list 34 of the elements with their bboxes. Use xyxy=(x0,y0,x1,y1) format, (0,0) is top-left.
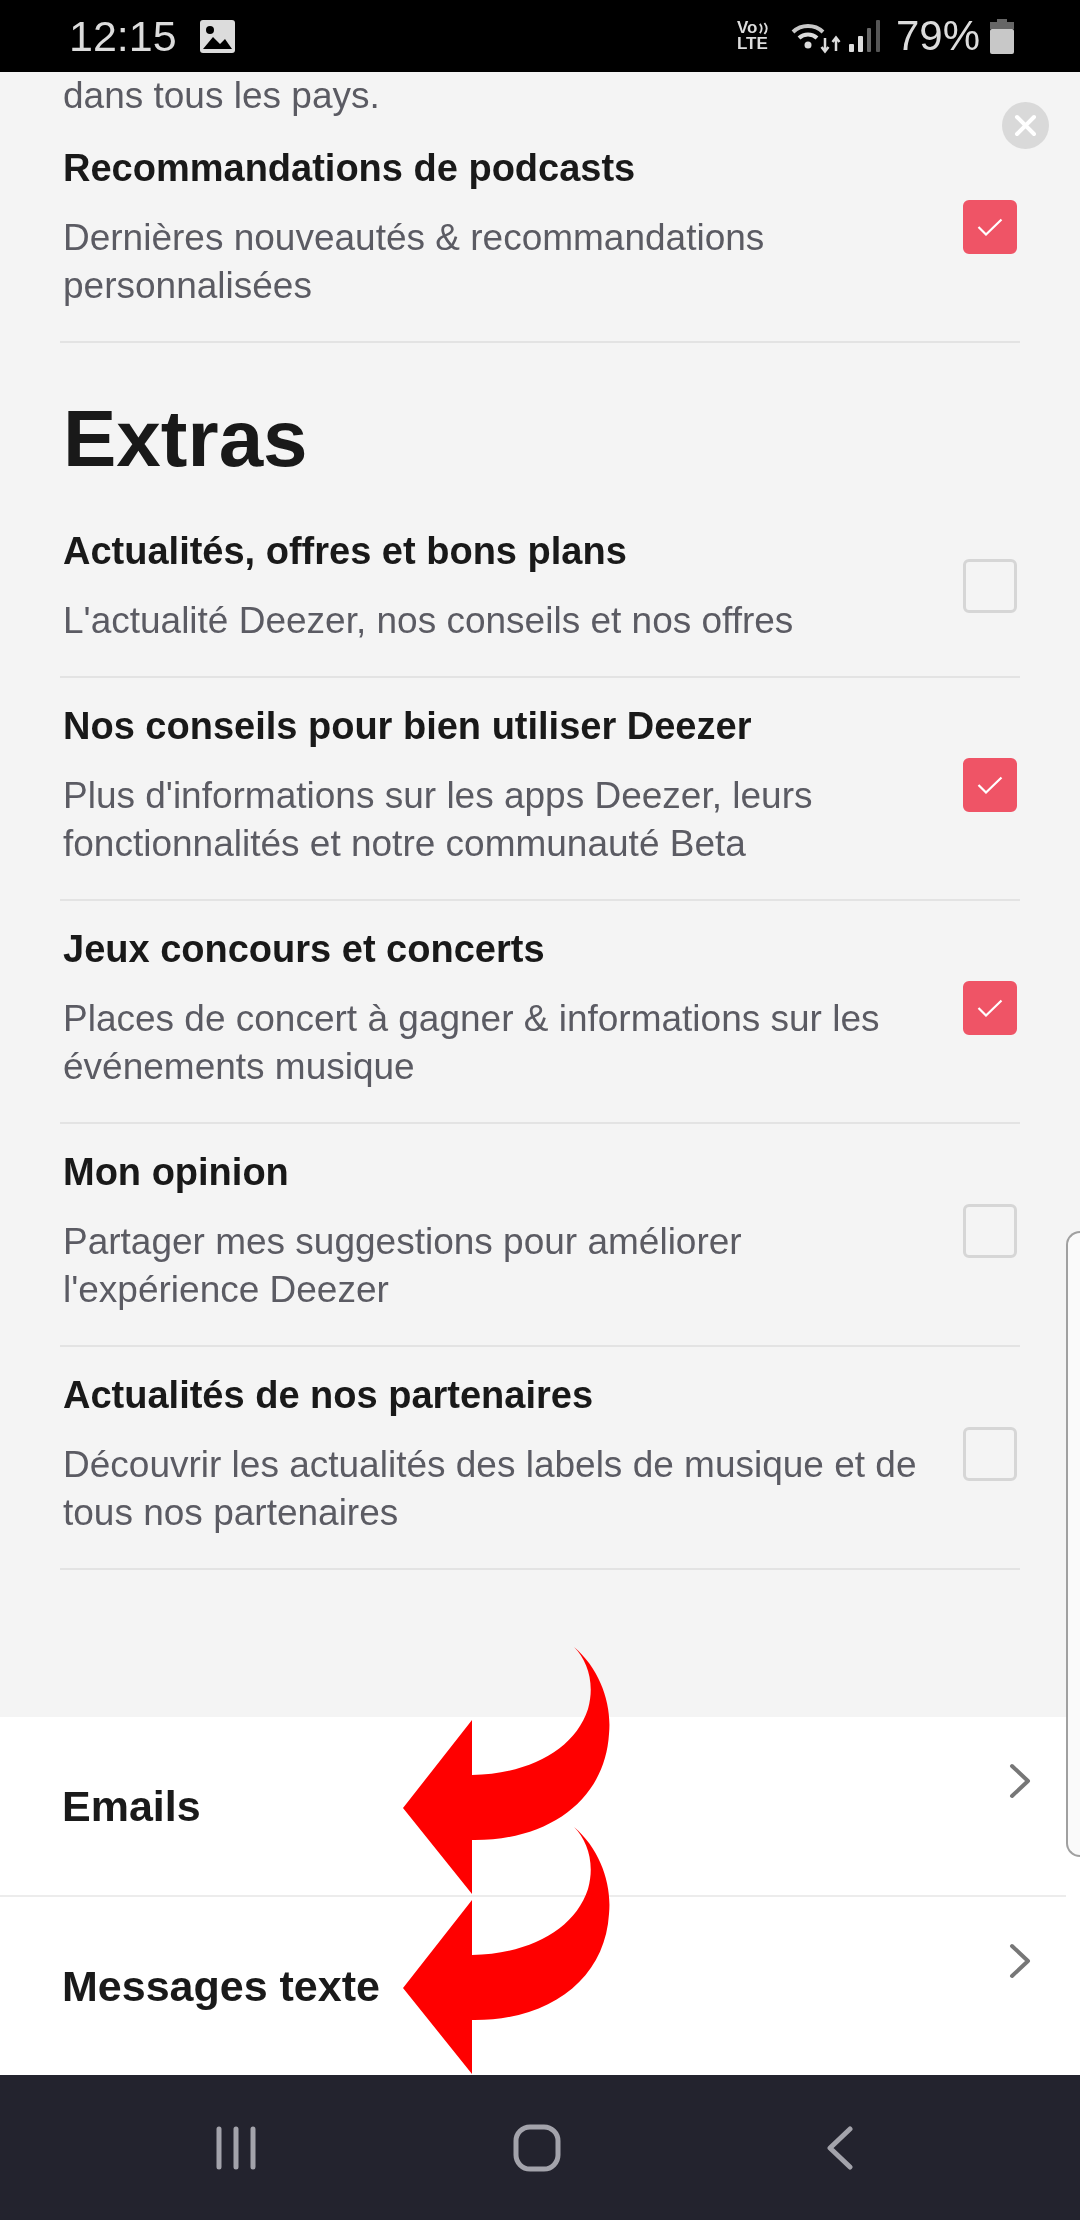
waves-icon xyxy=(758,21,770,35)
signal-icon xyxy=(846,20,881,52)
item-description: Plus d'informations sur les apps Deezer, leurs fonctionnalités et notre communauté Beta xyxy=(63,774,814,866)
item-title: Nos conseils pour bien utiliser Deezer xyxy=(63,704,753,749)
home-icon[interactable] xyxy=(513,2123,561,2172)
section-heading: Extras xyxy=(62,394,309,484)
edge-panel-handle[interactable] xyxy=(1066,1231,1080,1857)
item-title: Actualités de nos partenaires xyxy=(63,1373,595,1418)
status-time: 12:15 xyxy=(69,14,177,58)
battery-icon xyxy=(990,18,1014,54)
lte-label: LTE xyxy=(736,36,769,52)
item-title: Mon opinion xyxy=(63,1150,290,1195)
item-description: dans tous les pays. xyxy=(62,74,381,118)
checkbox[interactable] xyxy=(963,200,1017,254)
back-icon[interactable] xyxy=(826,2125,854,2170)
checkbox[interactable] xyxy=(963,758,1017,812)
recent-apps-icon[interactable] xyxy=(215,2125,257,2170)
chevron-right-icon xyxy=(1009,1943,1031,1979)
chevron-right-icon xyxy=(1009,1763,1031,1799)
item-title: Recommandations de podcasts xyxy=(63,146,637,191)
item-title: Actualités, offres et bons plans xyxy=(63,529,628,574)
item-description: L'actualité Deezer, nos conseils et nos offres xyxy=(63,599,795,643)
checkmark-icon xyxy=(977,218,1003,236)
battery-percentage: 79% xyxy=(895,15,980,57)
item-description: Places de concert à gagner & informations sur les événements musique xyxy=(63,997,881,1089)
volte-label: Vo xyxy=(736,20,758,36)
image-icon xyxy=(199,19,235,53)
item-description: Partager mes suggestions pour améliorer l'expérience Deezer xyxy=(63,1220,743,1312)
checkmark-icon xyxy=(977,999,1003,1017)
checkbox[interactable] xyxy=(963,981,1017,1035)
item-description: Dernières nouveautés & recommandations personnalisées xyxy=(63,216,766,308)
item-description: Découvrir les actualités des labels de musique et de tous nos partenaires xyxy=(63,1443,918,1535)
item-title: Jeux concours et concerts xyxy=(63,927,546,972)
checkmark-icon xyxy=(977,776,1003,794)
